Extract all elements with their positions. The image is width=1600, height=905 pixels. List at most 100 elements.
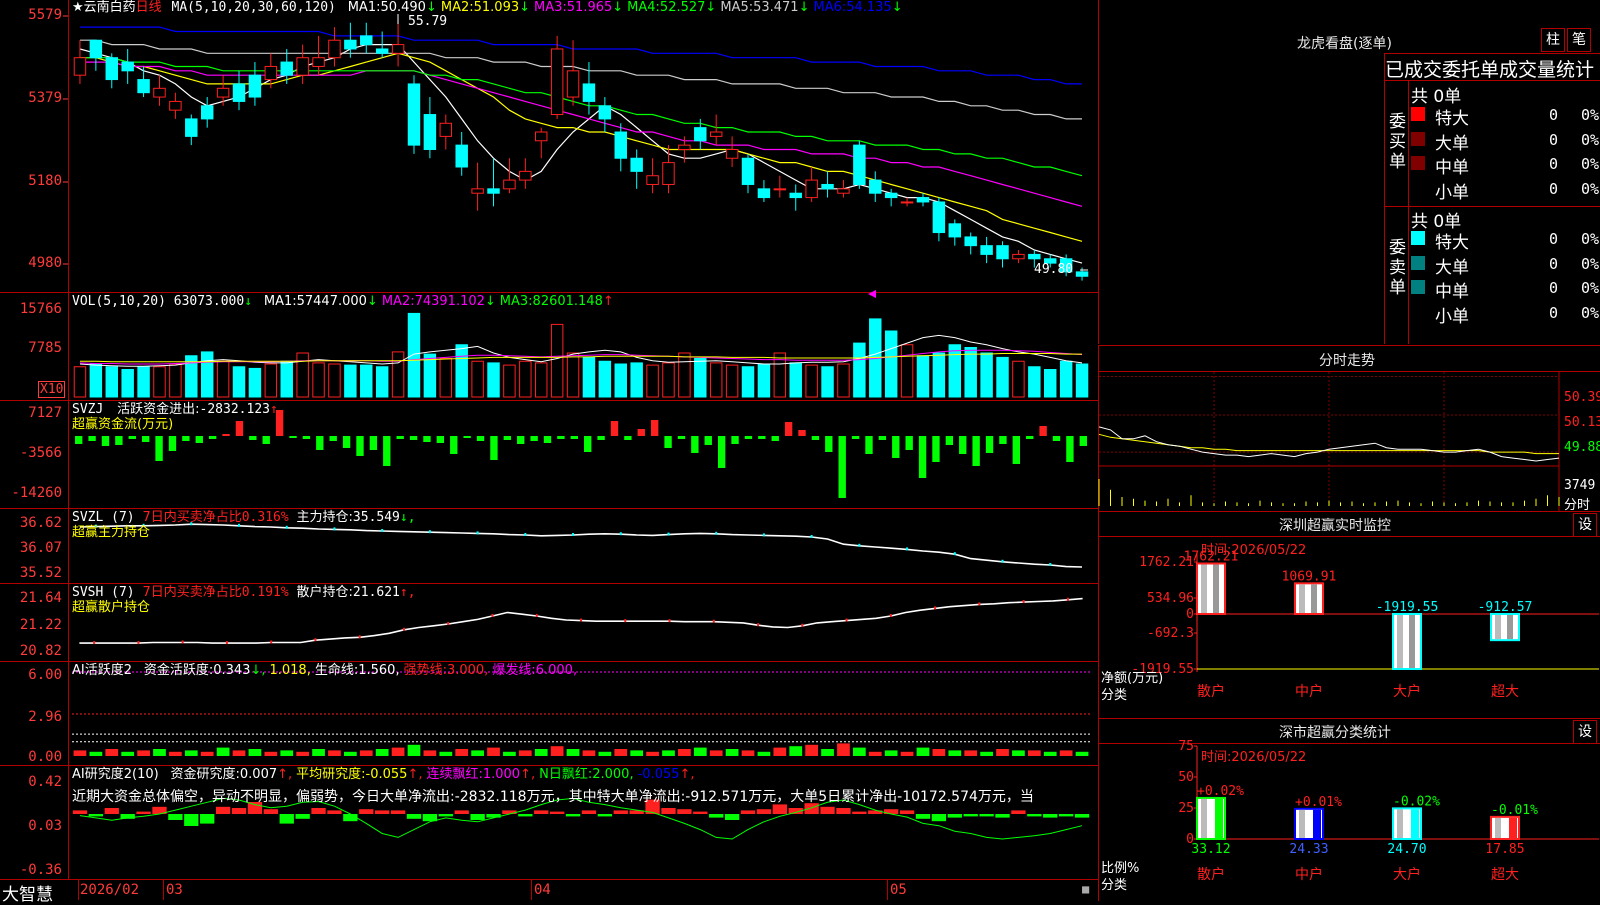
retail-holding-line-tick: [447, 622, 450, 626]
candle: [503, 179, 516, 190]
candle: [1028, 253, 1041, 260]
activity-bar: [1043, 751, 1057, 756]
lock-icon[interactable]: ■: [1082, 882, 1089, 896]
flow-bar: [75, 436, 83, 444]
research-bar: [470, 814, 485, 820]
activity-bar: [566, 749, 580, 756]
volume-panel[interactable]: 15766 7785 X10 VOL(5,10,20) 63073.000↓ M…: [0, 293, 1098, 401]
longhu-panel[interactable]: 龙虎看盘(逐单) 柱 笔 已成交委托单成交量统计 委买单 共 0单 特大 0 0% 大…: [1098, 0, 1600, 344]
flow-bar: [503, 436, 512, 440]
research-bar: [724, 814, 740, 820]
research-bar: [1043, 814, 1058, 818]
flow-bar: [155, 436, 163, 461]
activity-bar: [280, 750, 294, 756]
volume-bar: [964, 347, 977, 398]
candle: [614, 131, 627, 159]
ai-research-panel[interactable]: 0.42 0.03 -0.36 AI研究度2(10) 资金研究度:0.007↑,…: [0, 766, 1098, 880]
activity-bar: [137, 750, 150, 756]
activity-bar: [328, 750, 341, 756]
ai-research-title: AI研究度2(10): [72, 767, 159, 782]
zhu-button[interactable]: 柱: [1541, 28, 1565, 52]
flow-bar: [704, 436, 712, 445]
volume-bar: [900, 344, 914, 398]
research-bar: [311, 808, 326, 814]
candle: [105, 57, 118, 81]
monitor-bar-shade: [1311, 584, 1317, 613]
main-holding-line-tick: [1049, 563, 1052, 566]
research-bar: [279, 814, 294, 824]
intraday-chart[interactable]: [1098, 346, 1600, 511]
period-label[interactable]: 日线: [136, 0, 162, 15]
ai-research-chart[interactable]: [0, 766, 1098, 879]
activity-bar: [455, 749, 469, 756]
stats-bar-color: [1411, 809, 1419, 838]
monitor-bar-shade: [1201, 564, 1207, 613]
ai-research-item: N日飘红:2.000,: [539, 767, 634, 782]
svzl-panel[interactable]: 36.62 36.07 35.52 SVZL (7) 7日内买卖净占比0.316…: [0, 509, 1098, 584]
activity-bar: [89, 751, 103, 756]
order-pct: 0%: [1581, 155, 1600, 173]
svzj-panel[interactable]: 7127 -3566 -14260 SVZJ 活跃资金进出:-2832.123↑…: [0, 401, 1098, 509]
candle: [837, 188, 850, 194]
kline-panel[interactable]: 5579 5379 5180 4980 ★云南白药日线 MA(5,10,20,3…: [0, 0, 1098, 298]
ai-research-item: 平均研究度:-0.055↑,: [296, 767, 423, 782]
volume-bar: [360, 364, 373, 398]
flow-bar: [396, 436, 404, 439]
research-bar: [677, 809, 692, 814]
monitor-value-label: -912.57: [1478, 600, 1533, 615]
research-bar: [534, 810, 549, 814]
retail-holding-line-tick: [624, 619, 627, 623]
order-pct: 0%: [1581, 106, 1600, 124]
brand-label: 大智慧: [2, 885, 53, 905]
activity-bar: [312, 749, 325, 756]
stats-chart[interactable]: 7550250+0.02%33.12散户+0.01%24.33中户-0.02%2…: [1099, 719, 1600, 901]
bottom-date-bar[interactable]: 大智慧 2026/02 03 04 05 ■: [0, 880, 1098, 905]
svzl-subtitle: 超赢主力持仓: [72, 525, 151, 540]
volume-chart[interactable]: [0, 293, 1098, 400]
order-count: 0: [1549, 179, 1559, 198]
ai-active-panel[interactable]: 6.00 2.96 0.00 AI活跃度2 资金活跃度:0.343↓, 1.018…: [0, 662, 1098, 766]
flow-bar: [878, 436, 887, 440]
candle: [1075, 271, 1089, 277]
volume-bar: [582, 356, 596, 398]
kline-chart[interactable]: [0, 0, 1098, 298]
volume-bar: [439, 358, 453, 398]
flow-bar: [717, 436, 726, 468]
flow-bar: [517, 436, 525, 444]
ma-legend-item: MA5:53.471↓: [720, 0, 810, 15]
svsh-panel[interactable]: 21.64 21.22 20.82 SVSH (7) 7日内买卖净占比0.191…: [0, 584, 1098, 662]
svzl-main-arrow: ↓,: [399, 510, 416, 525]
activity-bar: [741, 750, 755, 756]
monitor-panel[interactable]: 深圳超赢实时监控 设 时间:2026/05/22 1762.21 534.96 0-…: [1098, 511, 1600, 718]
volume-bar: [980, 352, 993, 398]
flow-bar: [570, 436, 578, 439]
research-bar: [406, 814, 422, 819]
volume-bar: [169, 363, 182, 398]
category-stats-panel[interactable]: 深市超赢分类统计 设 时间:2026/05/22 75 50 25 0 +0.02% 33…: [1098, 718, 1600, 901]
order-count: 0: [1549, 130, 1559, 149]
candle: [996, 245, 1009, 260]
flow-bar: [972, 436, 980, 466]
activity-bar: [725, 749, 739, 756]
flow-bar: [476, 436, 485, 441]
ma-line-2: [80, 52, 1083, 242]
flow-bar: [691, 436, 699, 453]
monitor-chart[interactable]: 1762.21534.960-692.3-1919.551762.21散户106…: [1099, 512, 1600, 718]
flow-bar: [369, 436, 378, 450]
order-row: 中单 0 0%: [1411, 153, 1600, 178]
volume-bar: [566, 352, 580, 398]
candle: [423, 114, 437, 150]
activity-bar: [359, 750, 373, 756]
ma-legend-item: MA1:50.490↓: [347, 0, 437, 15]
intraday-panel[interactable]: 分时走势 50.39 50.13 49.88 3749 分时: [1098, 345, 1600, 513]
main-holding-line-tick: [1001, 559, 1004, 563]
bi-button[interactable]: 笔: [1567, 28, 1591, 52]
stats-ratio-label: 17.85: [1485, 842, 1524, 857]
flow-bar: [851, 436, 860, 439]
flow-bar: [289, 436, 297, 438]
kline-max-label: 55.79: [408, 14, 448, 29]
candle: [821, 183, 834, 190]
stock-name[interactable]: ★云南白药: [72, 0, 136, 15]
activity-bar: [837, 743, 850, 756]
research-bar: [899, 810, 915, 814]
